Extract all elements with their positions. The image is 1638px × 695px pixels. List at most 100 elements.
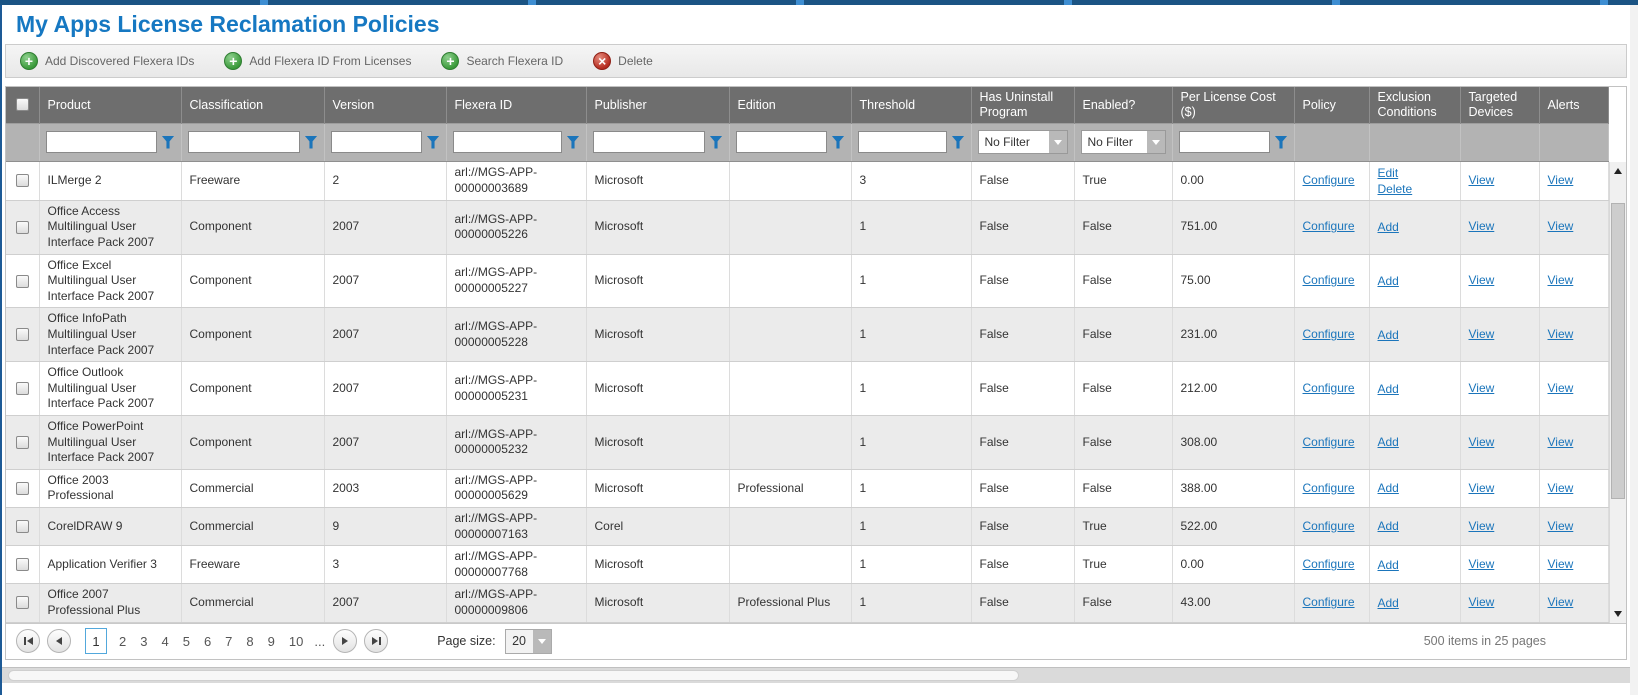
filter-funnel-icon[interactable] <box>952 136 965 149</box>
filter-funnel-icon[interactable] <box>1275 136 1288 149</box>
exclusion-add-link[interactable]: Add <box>1378 595 1399 611</box>
filter-funnel-icon[interactable] <box>162 136 175 149</box>
search-flexera-id-button[interactable]: Search Flexera ID <box>441 52 563 70</box>
filter-input-edition[interactable] <box>736 131 827 153</box>
page-number-8[interactable]: 8 <box>246 634 253 649</box>
filter-input-publisher[interactable] <box>593 131 705 153</box>
filter-input-version[interactable] <box>331 131 422 153</box>
exclusion-add-link[interactable]: Add <box>1378 273 1399 289</box>
column-header-targeted-devices[interactable]: Targeted Devices <box>1460 87 1539 123</box>
alerts-view-link[interactable]: View <box>1548 519 1574 533</box>
column-header-exclusion-conditions[interactable]: Exclusion Conditions <box>1369 87 1460 123</box>
row-checkbox[interactable] <box>16 596 29 609</box>
column-header-has-uninstall-program[interactable]: Has Uninstall Program <box>971 87 1074 123</box>
policy-configure-link[interactable]: Configure <box>1303 173 1355 187</box>
scroll-up-button[interactable] <box>1610 162 1626 179</box>
alerts-view-link[interactable]: View <box>1548 481 1574 495</box>
column-header-product[interactable]: Product <box>39 87 181 123</box>
row-checkbox[interactable] <box>16 436 29 449</box>
page-size-select[interactable]: 20 <box>505 629 552 654</box>
select-all-checkbox[interactable] <box>16 98 29 111</box>
alerts-view-link[interactable]: View <box>1548 327 1574 341</box>
alerts-view-link[interactable]: View <box>1548 381 1574 395</box>
column-header-flexera-id[interactable]: Flexera ID <box>446 87 586 123</box>
page-number-7[interactable]: 7 <box>225 634 232 649</box>
policy-configure-link[interactable]: Configure <box>1303 557 1355 571</box>
exclusion-add-link[interactable]: Add <box>1378 480 1399 496</box>
targeted-devices-view-link[interactable]: View <box>1469 327 1495 341</box>
filter-input-product[interactable] <box>46 131 157 153</box>
horizontal-scrollbar-thumb[interactable] <box>8 670 1019 681</box>
targeted-devices-view-link[interactable]: View <box>1469 273 1495 287</box>
delete-button[interactable]: Delete <box>593 52 653 70</box>
add-discovered-flexera-ids-button[interactable]: Add Discovered Flexera IDs <box>20 52 194 70</box>
row-checkbox[interactable] <box>16 275 29 288</box>
scrollbar-track[interactable] <box>1610 179 1626 606</box>
filter-funnel-icon[interactable] <box>305 136 318 149</box>
exclusion-delete-link[interactable]: Delete <box>1378 181 1413 197</box>
row-checkbox[interactable] <box>16 382 29 395</box>
page-number-9[interactable]: 9 <box>268 634 275 649</box>
scrollbar-thumb[interactable] <box>1611 203 1625 499</box>
targeted-devices-view-link[interactable]: View <box>1469 219 1495 233</box>
exclusion-add-link[interactable]: Add <box>1378 557 1399 573</box>
filter-select-has-uninstall-program[interactable]: No Filter <box>978 130 1068 154</box>
filter-funnel-icon[interactable] <box>832 136 845 149</box>
page-number-4[interactable]: 4 <box>161 634 168 649</box>
targeted-devices-view-link[interactable]: View <box>1469 557 1495 571</box>
policy-configure-link[interactable]: Configure <box>1303 519 1355 533</box>
policy-configure-link[interactable]: Configure <box>1303 435 1355 449</box>
filter-select-enabled[interactable]: No Filter <box>1081 130 1166 154</box>
page-number-5[interactable]: 5 <box>183 634 190 649</box>
column-header-per-license-cost[interactable]: Per License Cost ($) <box>1172 87 1294 123</box>
policy-configure-link[interactable]: Configure <box>1303 481 1355 495</box>
page-number-6[interactable]: 6 <box>204 634 211 649</box>
column-header-version[interactable]: Version <box>324 87 446 123</box>
alerts-view-link[interactable]: View <box>1548 595 1574 609</box>
column-header-policy[interactable]: Policy <box>1294 87 1369 123</box>
targeted-devices-view-link[interactable]: View <box>1469 381 1495 395</box>
filter-input-classification[interactable] <box>188 131 300 153</box>
exclusion-add-link[interactable]: Add <box>1378 327 1399 343</box>
targeted-devices-view-link[interactable]: View <box>1469 519 1495 533</box>
policy-configure-link[interactable]: Configure <box>1303 595 1355 609</box>
first-page-button[interactable] <box>16 629 40 653</box>
policy-configure-link[interactable]: Configure <box>1303 273 1355 287</box>
alerts-view-link[interactable]: View <box>1548 219 1574 233</box>
alerts-view-link[interactable]: View <box>1548 557 1574 571</box>
policy-configure-link[interactable]: Configure <box>1303 381 1355 395</box>
column-header-alerts[interactable]: Alerts <box>1539 87 1608 123</box>
targeted-devices-view-link[interactable]: View <box>1469 173 1495 187</box>
filter-input-flexera-id[interactable] <box>453 131 562 153</box>
alerts-view-link[interactable]: View <box>1548 273 1574 287</box>
add-flexera-id-from-licenses-button[interactable]: Add Flexera ID From Licenses <box>224 52 411 70</box>
page-number-3[interactable]: 3 <box>140 634 147 649</box>
column-header-classification[interactable]: Classification <box>181 87 324 123</box>
alerts-view-link[interactable]: View <box>1548 173 1574 187</box>
exclusion-add-link[interactable]: Add <box>1378 518 1399 534</box>
targeted-devices-view-link[interactable]: View <box>1469 435 1495 449</box>
previous-page-button[interactable] <box>47 629 71 653</box>
filter-funnel-icon[interactable] <box>710 136 723 149</box>
pager-ellipsis[interactable]: ... <box>314 634 325 649</box>
filter-funnel-icon[interactable] <box>427 136 440 149</box>
exclusion-add-link[interactable]: Add <box>1378 219 1399 235</box>
filter-input-per-license-cost[interactable] <box>1179 131 1270 153</box>
row-checkbox[interactable] <box>16 558 29 571</box>
scroll-down-button[interactable] <box>1610 606 1626 623</box>
exclusion-edit-link[interactable]: Edit <box>1378 165 1399 181</box>
filter-input-threshold[interactable] <box>858 131 947 153</box>
page-number-2[interactable]: 2 <box>119 634 126 649</box>
last-page-button[interactable] <box>364 629 388 653</box>
exclusion-add-link[interactable]: Add <box>1378 381 1399 397</box>
row-checkbox[interactable] <box>16 328 29 341</box>
column-header-threshold[interactable]: Threshold <box>851 87 971 123</box>
column-header-enabled[interactable]: Enabled? <box>1074 87 1172 123</box>
next-page-button[interactable] <box>333 629 357 653</box>
targeted-devices-view-link[interactable]: View <box>1469 595 1495 609</box>
policy-configure-link[interactable]: Configure <box>1303 327 1355 341</box>
filter-funnel-icon[interactable] <box>567 136 580 149</box>
row-checkbox[interactable] <box>16 482 29 495</box>
column-header-publisher[interactable]: Publisher <box>586 87 729 123</box>
alerts-view-link[interactable]: View <box>1548 435 1574 449</box>
